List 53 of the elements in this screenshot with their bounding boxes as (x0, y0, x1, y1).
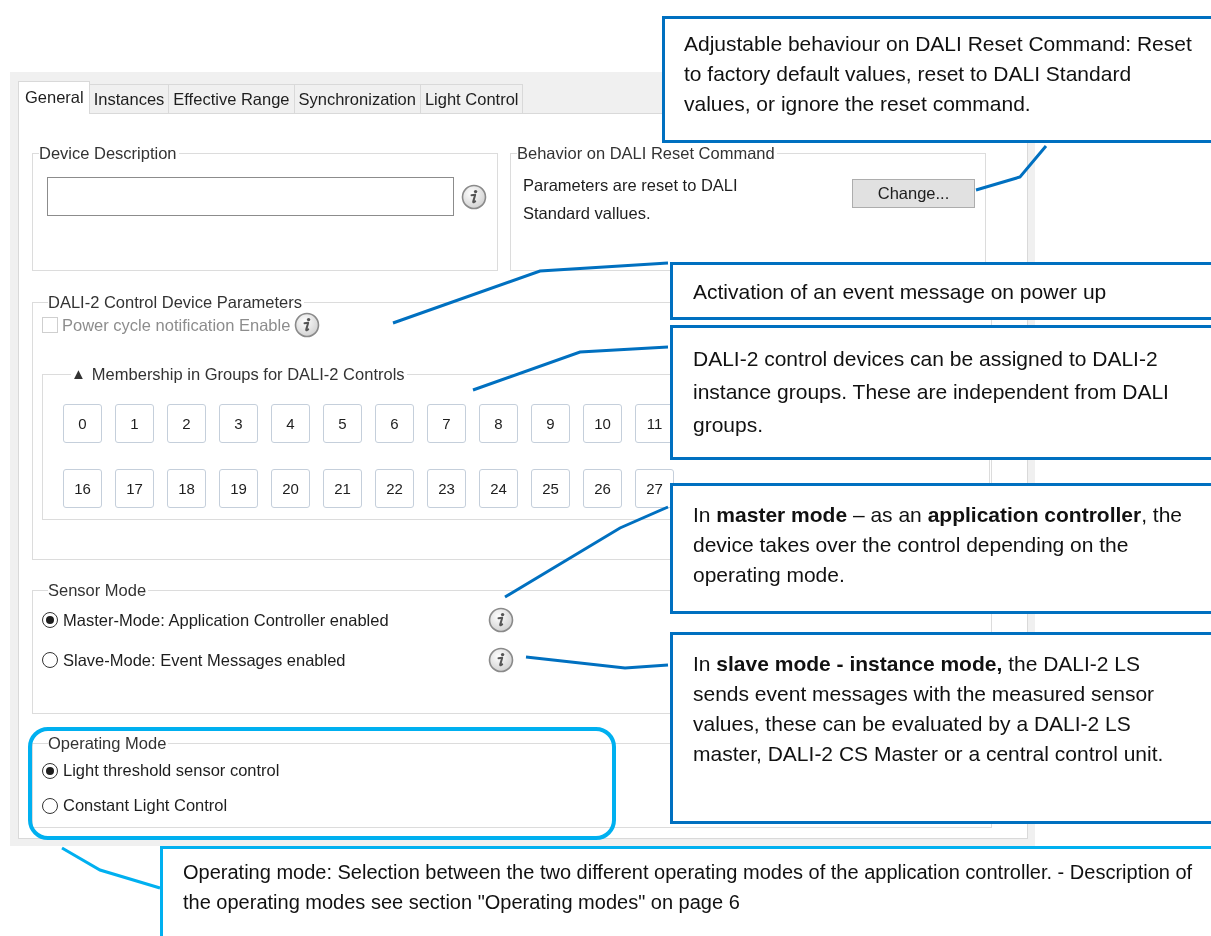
text-field[interactable] (47, 177, 454, 216)
description-text: Parameters are reset to DALI Standard vallues. (523, 175, 739, 224)
group-title: Device Description (39, 144, 177, 162)
callout-text: Activation of an event message on power up (693, 279, 1108, 305)
tab[interactable]: Light Control (419, 84, 524, 113)
group-button[interactable]: 10 (583, 404, 622, 443)
group-button[interactable]: 21 (323, 469, 362, 508)
group-button[interactable]: 7 (427, 404, 466, 443)
group-button[interactable]: 8 (479, 404, 518, 443)
callout-text: Operating mode: Selection between the two different operating modes of the application controller. - Description of the operating modes see section "Operating modes" on page 6 (183, 860, 1194, 915)
group-button[interactable]: 18 (167, 469, 206, 508)
radio-button[interactable] (42, 762, 58, 779)
group-button[interactable]: 0 (63, 404, 102, 443)
group-title: Membership in Groups for DALI-2 Controls (91, 364, 405, 384)
callout-text: Adjustable behaviour on DALI Reset Command: Reset to factory default values, reset to DALI Standard values, or ignore the reset command. (684, 31, 1193, 117)
group-button[interactable]: 16 (63, 469, 102, 508)
group-title: DALI-2 Control Device Parameters (48, 293, 302, 311)
group-title: Sensor Mode (48, 581, 147, 599)
info-icon[interactable] (294, 312, 321, 338)
group-button[interactable]: 2 (167, 404, 206, 443)
group-button[interactable]: 22 (375, 469, 414, 508)
callout-text: DALI-2 control devices can be assigned to DALI-2 instance groups. These are independent from DALI groups. (693, 346, 1170, 438)
collapse-toggle[interactable]: ▲ (71, 364, 86, 384)
group-button[interactable]: 25 (531, 469, 570, 508)
group-button[interactable]: 9 (531, 404, 570, 443)
group-button[interactable]: 24 (479, 469, 518, 508)
group-button[interactable]: 19 (219, 469, 258, 508)
option-label[interactable]: Slave-Mode: Event Messages enabled (63, 650, 475, 670)
group-button[interactable]: 20 (271, 469, 310, 508)
group-button[interactable]: 6 (375, 404, 414, 443)
radio-button[interactable] (42, 612, 58, 628)
info-icon[interactable] (461, 183, 487, 210)
info-icon[interactable] (488, 647, 514, 673)
radio-button[interactable] (42, 652, 58, 668)
group-title: Operating Mode (48, 734, 167, 752)
option-label[interactable]: Light threshold sensor control (63, 761, 280, 780)
group-button[interactable]: 27 (635, 469, 674, 508)
option-label[interactable]: Constant Light Control (63, 796, 228, 815)
option-label[interactable]: Master-Mode: Application Controller enabled (63, 610, 475, 630)
group-button[interactable]: 23 (427, 469, 466, 508)
group-button[interactable]: 3 (219, 404, 258, 443)
group-button[interactable]: 1 (115, 404, 154, 443)
change-button[interactable]: Change... (852, 179, 975, 208)
tab[interactable]: General (18, 81, 90, 114)
callout-text: In master mode – as an application controller, the device takes over the control depending on the operating mode. (693, 502, 1184, 588)
callout-text: In slave mode - instance mode, the DALI-2 LS sends event messages with the measured sensor values, these can be evaluated by a DALI-2 LS master, DALI-2 CS Master or a central control unit. (693, 651, 1165, 767)
group-button[interactable]: 5 (323, 404, 362, 443)
group-button[interactable]: 4 (271, 404, 310, 443)
group-button[interactable]: 26 (583, 469, 622, 508)
group-button[interactable]: 17 (115, 469, 154, 508)
group-title: Behavior on DALI Reset Command (517, 144, 775, 162)
info-icon[interactable] (488, 607, 514, 633)
radio-button[interactable] (42, 797, 58, 814)
